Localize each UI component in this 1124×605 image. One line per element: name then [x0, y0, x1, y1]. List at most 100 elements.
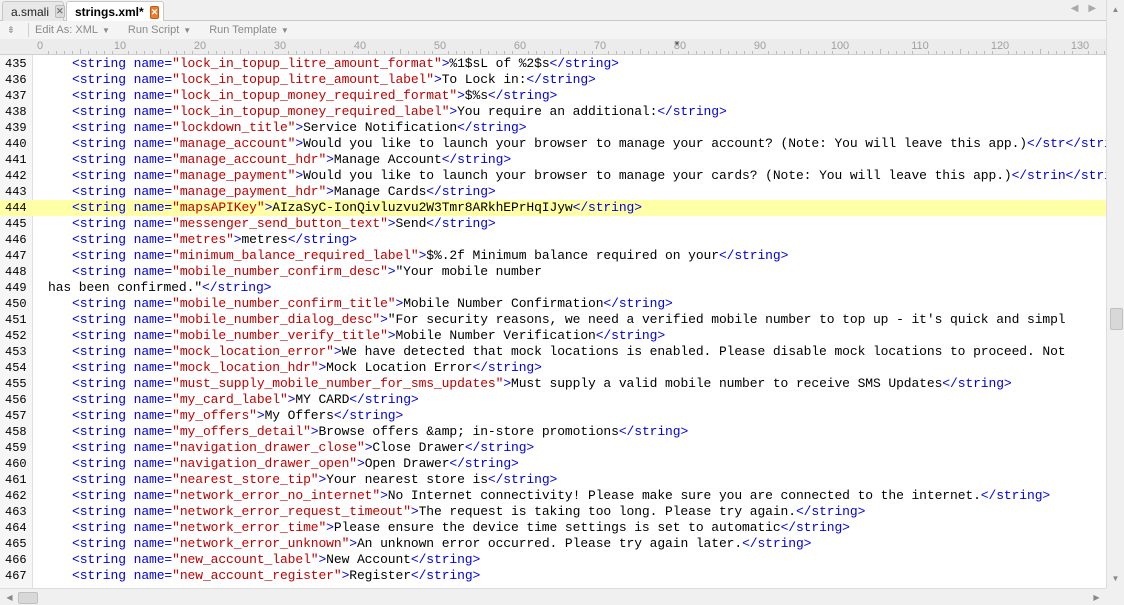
code-line[interactable]: 463 <string name="network_error_request_t…: [0, 504, 1106, 520]
code-line[interactable]: 461 <string name="nearest_store_tip">Your…: [0, 472, 1106, 488]
chevron-down-icon: ▼: [183, 25, 192, 35]
string-value: Register: [349, 568, 411, 583]
code-line[interactable]: 459 <string name="navigation_drawer_close…: [0, 440, 1106, 456]
vertical-scroll-thumb[interactable]: [1110, 308, 1123, 330]
code-text: <string name="lock_in_topup_litre_amount…: [72, 56, 619, 72]
ruler-tick: [96, 51, 97, 54]
code-editor[interactable]: 435 <string name="lock_in_topup_litre_amo…: [0, 55, 1106, 588]
code-line[interactable]: 457 <string name="my_offers">My Offers</s…: [0, 408, 1106, 424]
close-icon[interactable]: ✕: [55, 5, 65, 18]
xml-tag-open: >: [356, 456, 365, 471]
xml-attribute-quote: ": [372, 312, 381, 327]
code-line[interactable]: 453 <string name="mock_location_error">We…: [0, 344, 1106, 360]
xml-tag-open: <string: [72, 296, 134, 311]
code-line[interactable]: 447 <string name="minimum_balance_require…: [0, 248, 1106, 264]
code-line[interactable]: 446 <string name="metres">metres</string>: [0, 232, 1106, 248]
code-line[interactable]: 437 <string name="lock_in_topup_money_req…: [0, 88, 1106, 104]
scroll-down-icon[interactable]: ▼: [1109, 572, 1122, 585]
string-value: Would you like to launch your browser to…: [303, 168, 1012, 183]
code-text: <string name="lock_in_topup_money_requir…: [72, 88, 557, 104]
string-name: nearest_store_tip: [179, 472, 311, 487]
code-line[interactable]: 449 has been confirmed."</string>: [0, 280, 1106, 296]
tab-scroll-left-icon[interactable]: ◀: [1071, 3, 1079, 14]
xml-attribute-quote: ": [279, 392, 288, 407]
ruler-tick: [424, 51, 425, 54]
code-line[interactable]: 467 <string name="new_account_register">R…: [0, 568, 1106, 584]
ruler-tick: [328, 51, 329, 54]
edit-as-dropdown[interactable]: Edit As: XML ▼: [35, 24, 110, 36]
xml-attribute-quote: ": [172, 504, 180, 519]
code-line[interactable]: 455 <string name="must_supply_mobile_numb…: [0, 376, 1106, 392]
tab-strings-xml[interactable]: strings.xml* ✕: [66, 1, 164, 22]
code-line[interactable]: 436 <string name="lock_in_topup_litre_amo…: [0, 72, 1106, 88]
xml-tag-close: </str: [1027, 136, 1066, 151]
code-line[interactable]: 445 <string name="messenger_send_button_t…: [0, 216, 1106, 232]
xml-tag-open: <string: [72, 568, 134, 583]
scroll-left-icon[interactable]: ◀: [3, 591, 16, 604]
code-line[interactable]: 435 <string name="lock_in_topup_litre_amo…: [0, 56, 1106, 72]
code-line[interactable]: 460 <string name="navigation_drawer_open"…: [0, 456, 1106, 472]
xml-attribute-name: name=: [133, 504, 173, 519]
horizontal-scrollbar[interactable]: ◀ ▶: [0, 588, 1106, 605]
string-value: Service Notification: [303, 120, 458, 135]
code-line[interactable]: 465 <string name="network_error_unknown">…: [0, 536, 1106, 552]
xml-attribute-quote: ": [172, 424, 180, 439]
run-script-dropdown[interactable]: Run Script ▼: [128, 24, 191, 36]
code-line[interactable]: 438 <string name="lock_in_topup_money_req…: [0, 104, 1106, 120]
code-line[interactable]: 464 <string name="network_error_time">Ple…: [0, 520, 1106, 536]
scroll-right-icon[interactable]: ▶: [1090, 591, 1103, 604]
ruler-tick: [432, 51, 433, 54]
xml-attribute-quote: ": [172, 552, 180, 567]
ruler-label: 130: [1070, 40, 1090, 52]
ruler-tick: [376, 51, 377, 54]
ruler-tick: [216, 51, 217, 54]
close-icon[interactable]: ✕: [149, 5, 160, 19]
scroll-up-icon[interactable]: ▲: [1109, 3, 1122, 16]
code-line[interactable]: 456 <string name="my_card_label">MY CARD<…: [0, 392, 1106, 408]
code-line[interactable]: 452 <string name="mobile_number_verify_ti…: [0, 328, 1106, 344]
code-line[interactable]: 454 <string name="mock_location_hdr">Mock…: [0, 360, 1106, 376]
ruler-tick: [1064, 51, 1065, 54]
code-line[interactable]: 443 <string name="manage_payment_hdr">Man…: [0, 184, 1106, 200]
run-template-dropdown[interactable]: Run Template ▼: [209, 24, 289, 36]
line-number: 441: [5, 153, 27, 167]
code-text: <string name="mobile_number_confirm_titl…: [72, 296, 673, 312]
code-line[interactable]: 442 <string name="manage_payment">Would y…: [0, 168, 1106, 184]
code-line[interactable]: 451 <string name="mobile_number_dialog_de…: [0, 312, 1106, 328]
ruler-tick: [784, 51, 785, 54]
code-line[interactable]: 466 <string name="new_account_label">New …: [0, 552, 1106, 568]
code-line[interactable]: 448 <string name="mobile_number_confirm_d…: [0, 264, 1106, 280]
ruler-label: 40: [353, 40, 367, 52]
tab-scroll-right-icon[interactable]: ▶: [1088, 3, 1096, 14]
code-line[interactable]: 444 <string name="mapsAPIKey">AIzaSyC-Ion…: [0, 200, 1106, 216]
code-line[interactable]: 441 <string name="manage_account_hdr">Man…: [0, 152, 1106, 168]
string-name: network_error_unknown: [179, 536, 342, 551]
xml-tag-close: </string>: [795, 504, 866, 519]
collapse-icon[interactable]: ⇟: [0, 25, 22, 36]
ruler-tick: [728, 51, 729, 54]
xml-attribute-quote: ": [172, 232, 180, 247]
tab-a-smali[interactable]: a.smali ✕: [2, 1, 65, 21]
xml-attribute-quote: ": [303, 424, 311, 439]
xml-attribute-name: name=: [133, 408, 173, 423]
code-line[interactable]: 440 <string name="manage_account">Would y…: [0, 136, 1106, 152]
ruler-tick: [592, 51, 593, 54]
string-name: navigation_drawer_open: [179, 456, 350, 471]
tab-label: strings.xml*: [75, 5, 144, 19]
xml-tag-close: </string>: [287, 232, 357, 247]
ruler-tick: [320, 49, 321, 54]
string-name: manage_account_hdr: [179, 152, 319, 167]
horizontal-scroll-thumb[interactable]: [18, 592, 38, 604]
code-text: <string name="navigation_drawer_close">C…: [72, 440, 534, 456]
ruler-tick: [688, 51, 689, 54]
xml-attribute-quote: ": [426, 72, 434, 87]
code-line[interactable]: 450 <string name="mobile_number_confirm_t…: [0, 296, 1106, 312]
string-name: messenger_send_button_text: [179, 216, 381, 231]
code-line[interactable]: 458 <string name="my_offers_detail">Brows…: [0, 424, 1106, 440]
vertical-scrollbar[interactable]: ▲ ▼: [1106, 0, 1124, 588]
code-line[interactable]: 439 <string name="lockdown_title">Service…: [0, 120, 1106, 136]
ruler-label: 110: [911, 40, 929, 52]
code-line[interactable]: 462 <string name="network_error_no_intern…: [0, 488, 1106, 504]
code-text: <string name="my_card_label">MY CARD</st…: [72, 392, 419, 408]
xml-attribute-quote: ": [249, 408, 257, 423]
